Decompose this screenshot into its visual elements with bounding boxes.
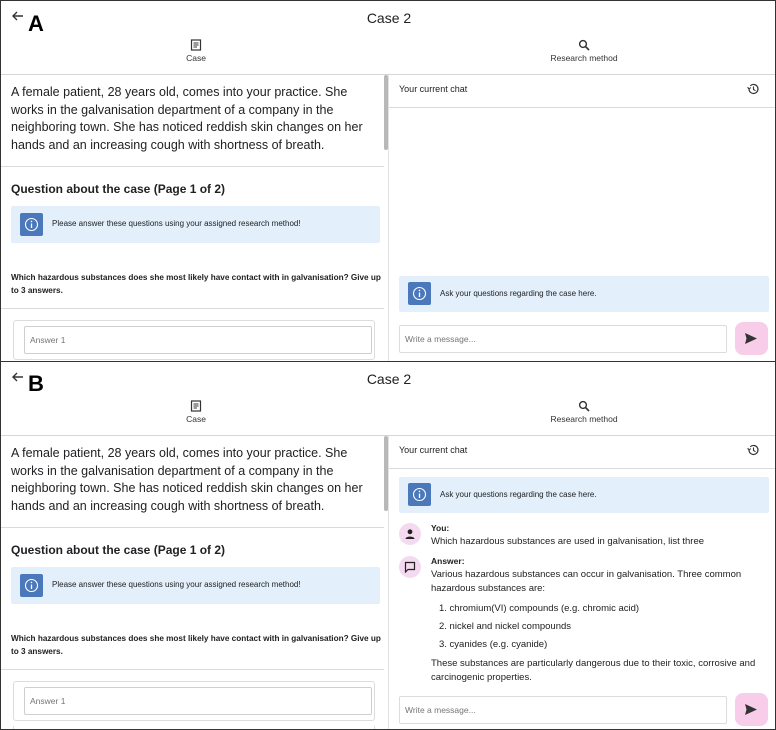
user-label: You: bbox=[431, 523, 450, 533]
chat-info-text: Ask your questions regarding the case he… bbox=[440, 490, 597, 499]
answer-outro: These substances are particularly danger… bbox=[431, 658, 756, 683]
send-button[interactable] bbox=[735, 693, 768, 726]
info-icon bbox=[24, 578, 39, 593]
answer-label: Answer: bbox=[431, 556, 465, 566]
message-input[interactable] bbox=[399, 325, 727, 353]
chat-header-divider bbox=[389, 107, 775, 108]
chat-title: Your current chat bbox=[399, 445, 468, 455]
divider bbox=[1, 308, 384, 309]
chat-header-divider bbox=[389, 468, 775, 469]
question-text: Which hazardous substances does she most… bbox=[11, 634, 381, 656]
answer-intro: Various hazardous substances can occur i… bbox=[431, 569, 742, 594]
info-icon-container bbox=[20, 574, 43, 597]
screenshot-panel-b: B Case 2 Case Research method A female p… bbox=[0, 361, 776, 730]
document-icon bbox=[190, 39, 202, 51]
chat-bubble-icon bbox=[404, 561, 416, 573]
case-description: A female patient, 28 years old, comes in… bbox=[11, 85, 363, 152]
tab-research-method[interactable]: Research method bbox=[529, 39, 639, 63]
info-banner: Please answer these questions using your… bbox=[11, 567, 380, 604]
assistant-avatar bbox=[399, 556, 421, 578]
info-icon bbox=[412, 487, 427, 502]
page-title: Case 2 bbox=[366, 10, 412, 26]
chat-title: Your current chat bbox=[399, 84, 468, 94]
history-icon[interactable] bbox=[746, 443, 760, 457]
chat-info-banner: Ask your questions regarding the case he… bbox=[399, 477, 769, 513]
answer-card bbox=[13, 320, 375, 360]
search-icon bbox=[578, 39, 590, 51]
divider bbox=[1, 166, 384, 167]
info-banner: Please answer these questions using your… bbox=[11, 206, 380, 243]
tab-case[interactable]: Case bbox=[141, 39, 251, 63]
person-icon bbox=[405, 529, 415, 539]
case-pane: A female patient, 28 years old, comes in… bbox=[1, 436, 384, 729]
tab-research-label: Research method bbox=[550, 53, 618, 63]
answer-list-item: 3. cyanides (e.g. cyanide) bbox=[439, 639, 548, 650]
case-pane: A female patient, 28 years old, comes in… bbox=[1, 75, 384, 361]
answer-card-continued bbox=[13, 726, 375, 729]
send-icon bbox=[745, 704, 757, 715]
screenshot-panel-a: A Case 2 Case Research method A female p… bbox=[0, 0, 776, 362]
info-banner-text: Please answer these questions using your… bbox=[52, 580, 301, 589]
case-description: A female patient, 28 years old, comes in… bbox=[11, 446, 363, 513]
send-icon bbox=[745, 333, 757, 344]
divider bbox=[1, 527, 384, 528]
chat-info-text: Ask your questions regarding the case he… bbox=[440, 289, 597, 298]
tab-research-method[interactable]: Research method bbox=[529, 400, 639, 424]
chat-pane: Your current chat Ask your questions reg… bbox=[389, 436, 775, 729]
tab-case[interactable]: Case bbox=[141, 400, 251, 424]
chat-info-banner: Ask your questions regarding the case he… bbox=[399, 276, 769, 312]
question-heading: Question about the case (Page 1 of 2) bbox=[11, 182, 226, 196]
answer-1-input[interactable] bbox=[24, 687, 372, 715]
user-message: Which hazardous substances are used in g… bbox=[431, 536, 705, 547]
info-icon-container bbox=[408, 282, 431, 305]
divider bbox=[1, 669, 384, 670]
document-icon bbox=[190, 400, 202, 412]
chat-pane: Your current chat Ask your questions reg… bbox=[389, 75, 775, 361]
answer-list-item: 2. nickel and nickel compounds bbox=[439, 621, 572, 632]
info-icon-container bbox=[408, 483, 431, 506]
question-heading: Question about the case (Page 1 of 2) bbox=[11, 543, 226, 557]
page-title: Case 2 bbox=[366, 371, 412, 387]
send-button[interactable] bbox=[735, 322, 768, 355]
info-icon bbox=[24, 217, 39, 232]
tab-case-label: Case bbox=[186, 414, 206, 424]
tab-research-label: Research method bbox=[550, 414, 618, 424]
info-banner-text: Please answer these questions using your… bbox=[52, 219, 301, 228]
message-input[interactable] bbox=[399, 696, 727, 724]
tab-case-label: Case bbox=[186, 53, 206, 63]
user-avatar bbox=[399, 523, 421, 545]
info-icon bbox=[412, 286, 427, 301]
answer-card bbox=[13, 681, 375, 721]
answer-1-input[interactable] bbox=[24, 326, 372, 354]
history-icon[interactable] bbox=[746, 82, 760, 96]
question-text: Which hazardous substances does she most… bbox=[11, 273, 381, 295]
search-icon bbox=[578, 400, 590, 412]
info-icon-container bbox=[20, 213, 43, 236]
answer-list-item: 1. chromium(VI) compounds (e.g. chromic … bbox=[439, 603, 640, 614]
